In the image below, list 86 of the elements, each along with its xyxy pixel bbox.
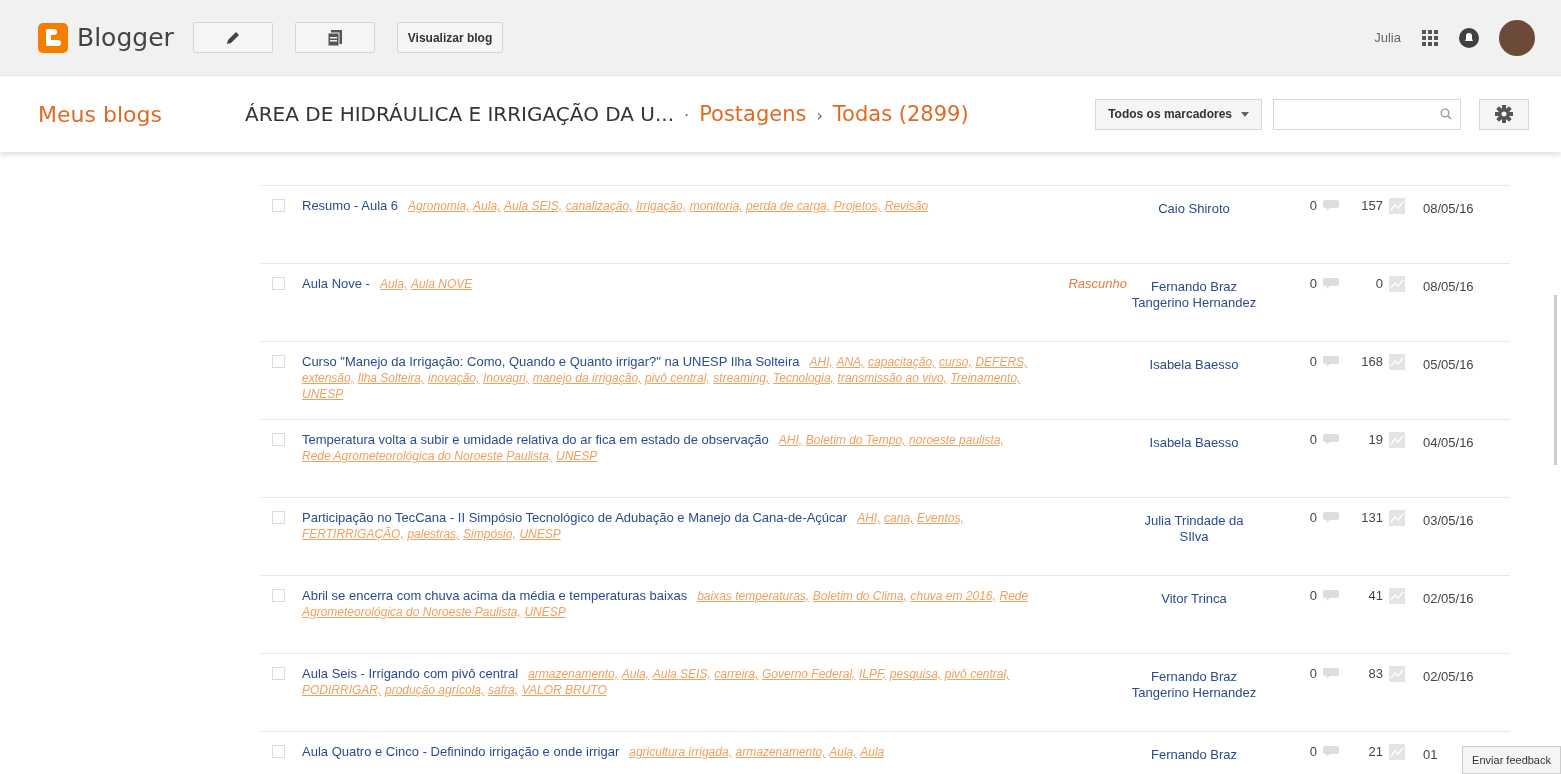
speech-bubble-icon <box>1323 200 1339 212</box>
post-title-with-labels[interactable]: Aula Seis - Irrigando com pivô central armazenamento, Aula, Aula SEIS, carreira, Governo Federal, ILPF, pesquisa, pivô central, PODIRRIGAR, produção agrícola, safra, VALOR BRUTO <box>302 666 1030 698</box>
breadcrumb-chevron: › <box>816 106 823 125</box>
post-date: 02/05/16 <box>1423 591 1474 607</box>
comment-count: 0 <box>1309 666 1317 682</box>
draft-status: Rascunho <box>1068 276 1127 291</box>
post-date: 02/05/16 <box>1423 669 1474 685</box>
comment-count: 0 <box>1309 744 1317 760</box>
search-icon <box>1440 108 1452 120</box>
post-title-with-labels[interactable]: Resumo - Aula 6 Agronomia, Aula, Aula SEIS, canalização, Irrigação, monitoria, perda de carga, Projetos, Revisão <box>302 198 1030 214</box>
filter-label: Todas (2899) <box>832 102 969 126</box>
breadcrumb-separator: · <box>684 106 690 125</box>
row-checkbox[interactable] <box>272 667 285 680</box>
chart-icon <box>1389 510 1405 526</box>
comment-count: 0 <box>1309 588 1317 604</box>
post-date: 08/05/16 <box>1423 201 1474 217</box>
search-field[interactable] <box>1273 98 1461 130</box>
chart-icon <box>1389 276 1405 292</box>
blog-title[interactable]: ÁREA DE HIDRÁULICA E IRRIGAÇÃO DA U... <box>245 102 675 126</box>
author-link[interactable]: Fernando Braz <box>1151 747 1237 763</box>
author-link[interactable]: Caio Shiroto <box>1158 201 1230 217</box>
row-checkbox[interactable] <box>272 355 285 368</box>
author-link[interactable]: Fernando Braz Tangerino Hernandez <box>1129 669 1259 701</box>
post-title-with-labels[interactable]: Temperatura volta a subir e umidade relativa do ar fica em estado de observação AHI, Boletim do Tempo, noroeste paulista, Rede Agrometeorológica do Noroeste Paulista, UNESP <box>302 432 1030 464</box>
post-date: 01 <box>1423 747 1438 763</box>
row-checkbox[interactable] <box>272 199 285 212</box>
post-title-with-labels[interactable]: Curso "Manejo da Irrigação: Como, Quando e Quanto irrigar?" na UNESP Ilha Solteira AHI, ANA, capacitação, curso, DEFERS, extensão, Ilha Solteira, inovação, Inovagri, manejo da irrigação, pivô central, streaming, Tecnologia, transmissão ao vivo, Treinamento, UNESP <box>302 354 1030 402</box>
avatar[interactable] <box>1499 19 1535 56</box>
author-link[interactable]: Julia Trindade da SIlva <box>1129 513 1259 545</box>
author-link[interactable]: Isabela Baesso <box>1149 435 1239 451</box>
chart-icon <box>1389 744 1405 760</box>
chart-icon <box>1389 354 1405 370</box>
comment-count: 0 <box>1309 510 1317 526</box>
labels-dropdown[interactable]: Todos os marcadores <box>1095 98 1262 130</box>
post-date: 08/05/16 <box>1423 279 1474 295</box>
author-link[interactable]: Fernando Braz Tangerino Hernandez <box>1129 279 1259 311</box>
view-blog-button[interactable]: Visualizar blog <box>396 22 504 53</box>
speech-bubble-icon <box>1323 434 1339 446</box>
comment-count: 0 <box>1309 198 1317 214</box>
chart-icon <box>1389 432 1405 448</box>
view-count: 168 <box>1360 354 1383 370</box>
settings-button[interactable] <box>1479 98 1529 130</box>
chart-icon <box>1389 198 1405 214</box>
view-count: 131 <box>1360 510 1383 526</box>
apps-grid-icon[interactable] <box>1421 28 1439 47</box>
speech-bubble-icon <box>1323 590 1339 602</box>
user-name[interactable]: Julia <box>1374 30 1401 45</box>
notification-icon[interactable] <box>1459 27 1479 48</box>
speech-bubble-icon <box>1323 356 1339 368</box>
chart-icon <box>1389 588 1405 604</box>
author-link[interactable]: Vitor Trinca <box>1161 591 1227 607</box>
post-title-with-labels[interactable]: Participação no TecCana - II Simpósio Tecnológico de Adubação e Manejo da Cana-de-Açúcar AHI, cana, Eventos, FERTIRRIGAÇÃO, palestras, Simpósio, UNESP <box>302 510 1030 542</box>
post-date: 05/05/16 <box>1423 357 1474 373</box>
logo-icon[interactable] <box>38 22 68 53</box>
speech-bubble-icon <box>1323 668 1339 680</box>
post-title-with-labels[interactable]: Aula Nove - Aula, Aula NOVE <box>302 276 1030 292</box>
speech-bubble-icon <box>1323 278 1339 290</box>
comment-count: 0 <box>1309 432 1317 448</box>
post-title-with-labels[interactable]: Aula Quatro e Cinco - Definindo irrigação e onde irrigar agricultura irrigada, armazenamento, Aula, Aula <box>302 744 1030 760</box>
document-icon <box>326 28 343 47</box>
post-title-with-labels[interactable]: Abril se encerra com chuva acima da média e temperaturas baixas baixas temperaturas, Boletim do Clima, chuva em 2016, Rede Agrometeorológica do Noroeste Paulista, UNESP <box>302 588 1030 620</box>
post-date: 04/05/16 <box>1423 435 1474 451</box>
row-checkbox[interactable] <box>272 433 285 446</box>
row-checkbox[interactable] <box>272 589 285 602</box>
pages-button[interactable] <box>294 22 375 53</box>
view-count: 83 <box>1367 666 1383 682</box>
speech-bubble-icon <box>1323 512 1339 524</box>
view-count: 41 <box>1367 588 1383 604</box>
comment-count: 0 <box>1309 354 1317 370</box>
row-checkbox[interactable] <box>272 277 285 290</box>
app-name[interactable]: Blogger <box>77 23 174 52</box>
new-post-button[interactable] <box>192 22 273 53</box>
speech-bubble-icon <box>1323 746 1339 758</box>
feedback-button[interactable]: Enviar feedback <box>1462 746 1561 774</box>
chart-icon <box>1389 666 1405 682</box>
row-checkbox[interactable] <box>272 745 285 758</box>
view-count: 19 <box>1367 432 1383 448</box>
view-count: 21 <box>1367 744 1383 760</box>
view-count: 0 <box>1374 276 1383 292</box>
view-count: 157 <box>1360 198 1383 214</box>
row-checkbox[interactable] <box>272 511 285 524</box>
caret-icon <box>1241 111 1249 117</box>
comment-count: 0 <box>1309 276 1317 292</box>
settings-icon <box>1495 105 1513 123</box>
author-link[interactable]: Isabela Baesso <box>1149 357 1239 373</box>
post-date: 03/05/16 <box>1423 513 1474 529</box>
